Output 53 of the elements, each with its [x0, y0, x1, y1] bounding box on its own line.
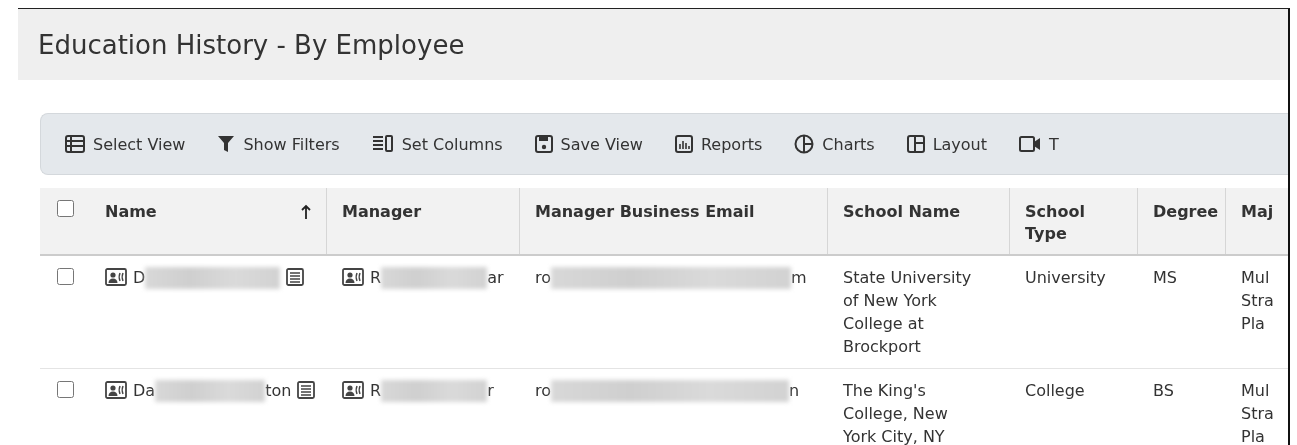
manager-name[interactable]: ar [487, 266, 504, 289]
contact-card-icon[interactable] [342, 268, 364, 286]
email-text: ro [535, 267, 551, 289]
list-icon [65, 135, 85, 153]
filter-icon [217, 135, 236, 153]
table-cell-text: Mul Stra Pla [1241, 267, 1274, 335]
email-text: m [791, 267, 807, 289]
column-header[interactable]: Maj [1241, 201, 1274, 223]
contact-card-icon[interactable] [342, 381, 364, 399]
manager-name[interactable]: r [487, 379, 494, 402]
row-checkbox[interactable] [56, 381, 74, 398]
column-header[interactable]: School Name [843, 201, 961, 223]
table-cell-text: BS [1153, 380, 1174, 402]
sort-ascending-icon[interactable] [301, 204, 311, 220]
email-text: ro [535, 380, 551, 402]
column-header[interactable]: Manager Business Email [535, 201, 755, 223]
document-icon[interactable] [297, 381, 316, 399]
layout-icon [906, 135, 925, 153]
column-header[interactable]: Name [105, 201, 157, 223]
table-cell-text: Mul Stra Pla [1241, 380, 1274, 445]
video-camera-icon [1019, 136, 1041, 152]
contact-card-icon[interactable] [105, 268, 127, 286]
table-cell-text: MS [1153, 267, 1177, 289]
columns-icon [371, 135, 394, 153]
column-header[interactable]: Manager [342, 201, 422, 223]
table-cell-text: College [1025, 380, 1085, 402]
employee-name[interactable]: Da [133, 379, 156, 402]
column-header[interactable]: Degree [1153, 201, 1219, 223]
email-text: n [789, 380, 800, 402]
toolbar-button[interactable]: T [1003, 128, 1075, 160]
employee-name[interactable]: ton [265, 379, 292, 402]
toolbar-button[interactable]: Show Filters [201, 128, 356, 160]
table-cell-text: University [1025, 267, 1106, 289]
row-checkbox[interactable] [56, 268, 74, 285]
save-icon [534, 135, 553, 153]
toolbar-button[interactable]: Set Columns [355, 128, 519, 160]
toolbar-button[interactable]: Reports [658, 128, 779, 160]
toolbar-button[interactable]: Save View [518, 128, 659, 160]
manager-name[interactable]: R [370, 379, 382, 402]
page-title: Education History - By Employee [38, 29, 465, 60]
table-cell-text: The King's College, New York City, NY [843, 380, 949, 445]
contact-card-icon[interactable] [105, 381, 127, 399]
manager-name[interactable]: R [370, 266, 382, 289]
table-cell-text: State University of New York College at Brockport [843, 267, 973, 358]
employee-name[interactable]: D [133, 266, 146, 289]
toolbar-button[interactable]: Select View [49, 128, 202, 160]
bar-chart-icon [674, 135, 693, 153]
toolbar-button[interactable]: Layout [890, 128, 1003, 160]
pie-chart-icon [794, 134, 815, 154]
document-icon[interactable] [286, 268, 305, 286]
column-header[interactable]: School Type [1025, 201, 1105, 245]
select-all-checkbox[interactable] [56, 200, 74, 217]
toolbar-button[interactable]: Charts [778, 128, 891, 160]
